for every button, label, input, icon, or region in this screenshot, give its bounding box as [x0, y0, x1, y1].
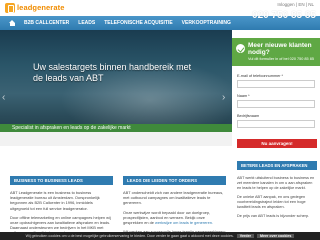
- hero-title: Uw salestargets binnen handbereik met de…: [33, 62, 192, 83]
- logo-text: leadgenerate: [17, 3, 65, 12]
- column-text: ABT Leadgenerate is een business to busi…: [10, 190, 100, 211]
- column-heading: LEADS DIE LEIDEN TOT ORDERS: [123, 176, 226, 185]
- cookie-more-button[interactable]: Meer over cookies: [256, 234, 295, 238]
- utility-links[interactable]: Inloggen | EN | NL: [277, 2, 314, 7]
- side-text-3: De prijs van ABT leads is bijzonder sche…: [237, 214, 310, 218]
- werkwijze-link[interactable]: werkwijze om leads te genereren.: [155, 220, 213, 225]
- nav-item-callcenter[interactable]: B2B CALLCENTER: [24, 20, 69, 26]
- nav-item-leads[interactable]: LEADS: [78, 20, 95, 26]
- logo[interactable]: leadgenerate: [5, 2, 64, 13]
- column-b2b: BUSINESS TO BUSINESS LEADS ABT Leadgener…: [10, 176, 113, 240]
- main-content: BUSINESS TO BUSINESS LEADS ABT Leadgener…: [0, 146, 232, 240]
- side-section-heading: BETERE LEADS EN AFSPRAKEN: [237, 161, 317, 170]
- cta-box: Meer nieuwe klanten nodig? Vul dit formu…: [232, 38, 320, 66]
- field-label-name: Naam *: [237, 94, 250, 98]
- nav-item-training[interactable]: VERKOOPTRAINING: [182, 20, 231, 26]
- contact-input[interactable]: [237, 80, 315, 88]
- column-text: ABT onderscheidt zich van andere leadgen…: [123, 190, 224, 206]
- hero-banner: Uw salestargets binnen handbereik met de…: [0, 30, 232, 146]
- lead-form: E-mail of telefoonnummer * Naam * Bedrij…: [237, 74, 317, 134]
- field-label-contact: E-mail of telefoonnummer *: [237, 74, 284, 78]
- cookie-text: Wij gebruiken cookies om u de best mogel…: [25, 234, 234, 238]
- side-info-section: BETERE LEADS EN AFSPRAKEN ABT werkt uits…: [237, 161, 317, 223]
- checkmark-icon: [236, 44, 245, 53]
- nav-item-acquisitie[interactable]: TELEFONISCHE ACQUISITIE: [104, 20, 172, 26]
- home-icon[interactable]: [9, 19, 16, 27]
- cta-subtitle: Vul dit formulier in of bel 020 750 85 8…: [248, 57, 314, 61]
- side-text-2: De unieke ABT aanpak, en ons gedegen voo…: [237, 195, 306, 209]
- column-text: Onze werkwijze wordt bepaald door uw doe…: [123, 210, 226, 226]
- submit-button[interactable]: Nu aanvragen!: [237, 139, 317, 148]
- side-text-1: ABT werkt uitsluitend business to busine…: [237, 176, 315, 190]
- name-input[interactable]: [237, 100, 315, 108]
- logo-icon: [5, 2, 15, 13]
- slider-next-icon[interactable]: ›: [222, 92, 225, 103]
- hero-bottom-strip: [0, 132, 232, 146]
- field-label-company: Bedrijfsnaam: [237, 114, 260, 118]
- sidebar: Meer nieuwe klanten nodig? Vul dit formu…: [232, 30, 320, 240]
- cookie-accept-button[interactable]: Verder: [236, 234, 254, 238]
- cta-title: Meer nieuwe klanten nodig?: [248, 42, 312, 56]
- column-orders: LEADS DIE LEIDEN TOT ORDERS ABT ondersch…: [123, 176, 226, 240]
- hero-subtitle: Specialist in afspraken en leads op de z…: [12, 125, 131, 131]
- slider-prev-icon[interactable]: ‹: [2, 92, 5, 103]
- phone-number[interactable]: 020 750 85 85: [252, 10, 316, 21]
- company-input[interactable]: [237, 120, 315, 128]
- cookie-bar: Wij gebruiken cookies om u de best mogel…: [0, 232, 320, 240]
- column-heading: BUSINESS TO BUSINESS LEADS: [10, 176, 113, 185]
